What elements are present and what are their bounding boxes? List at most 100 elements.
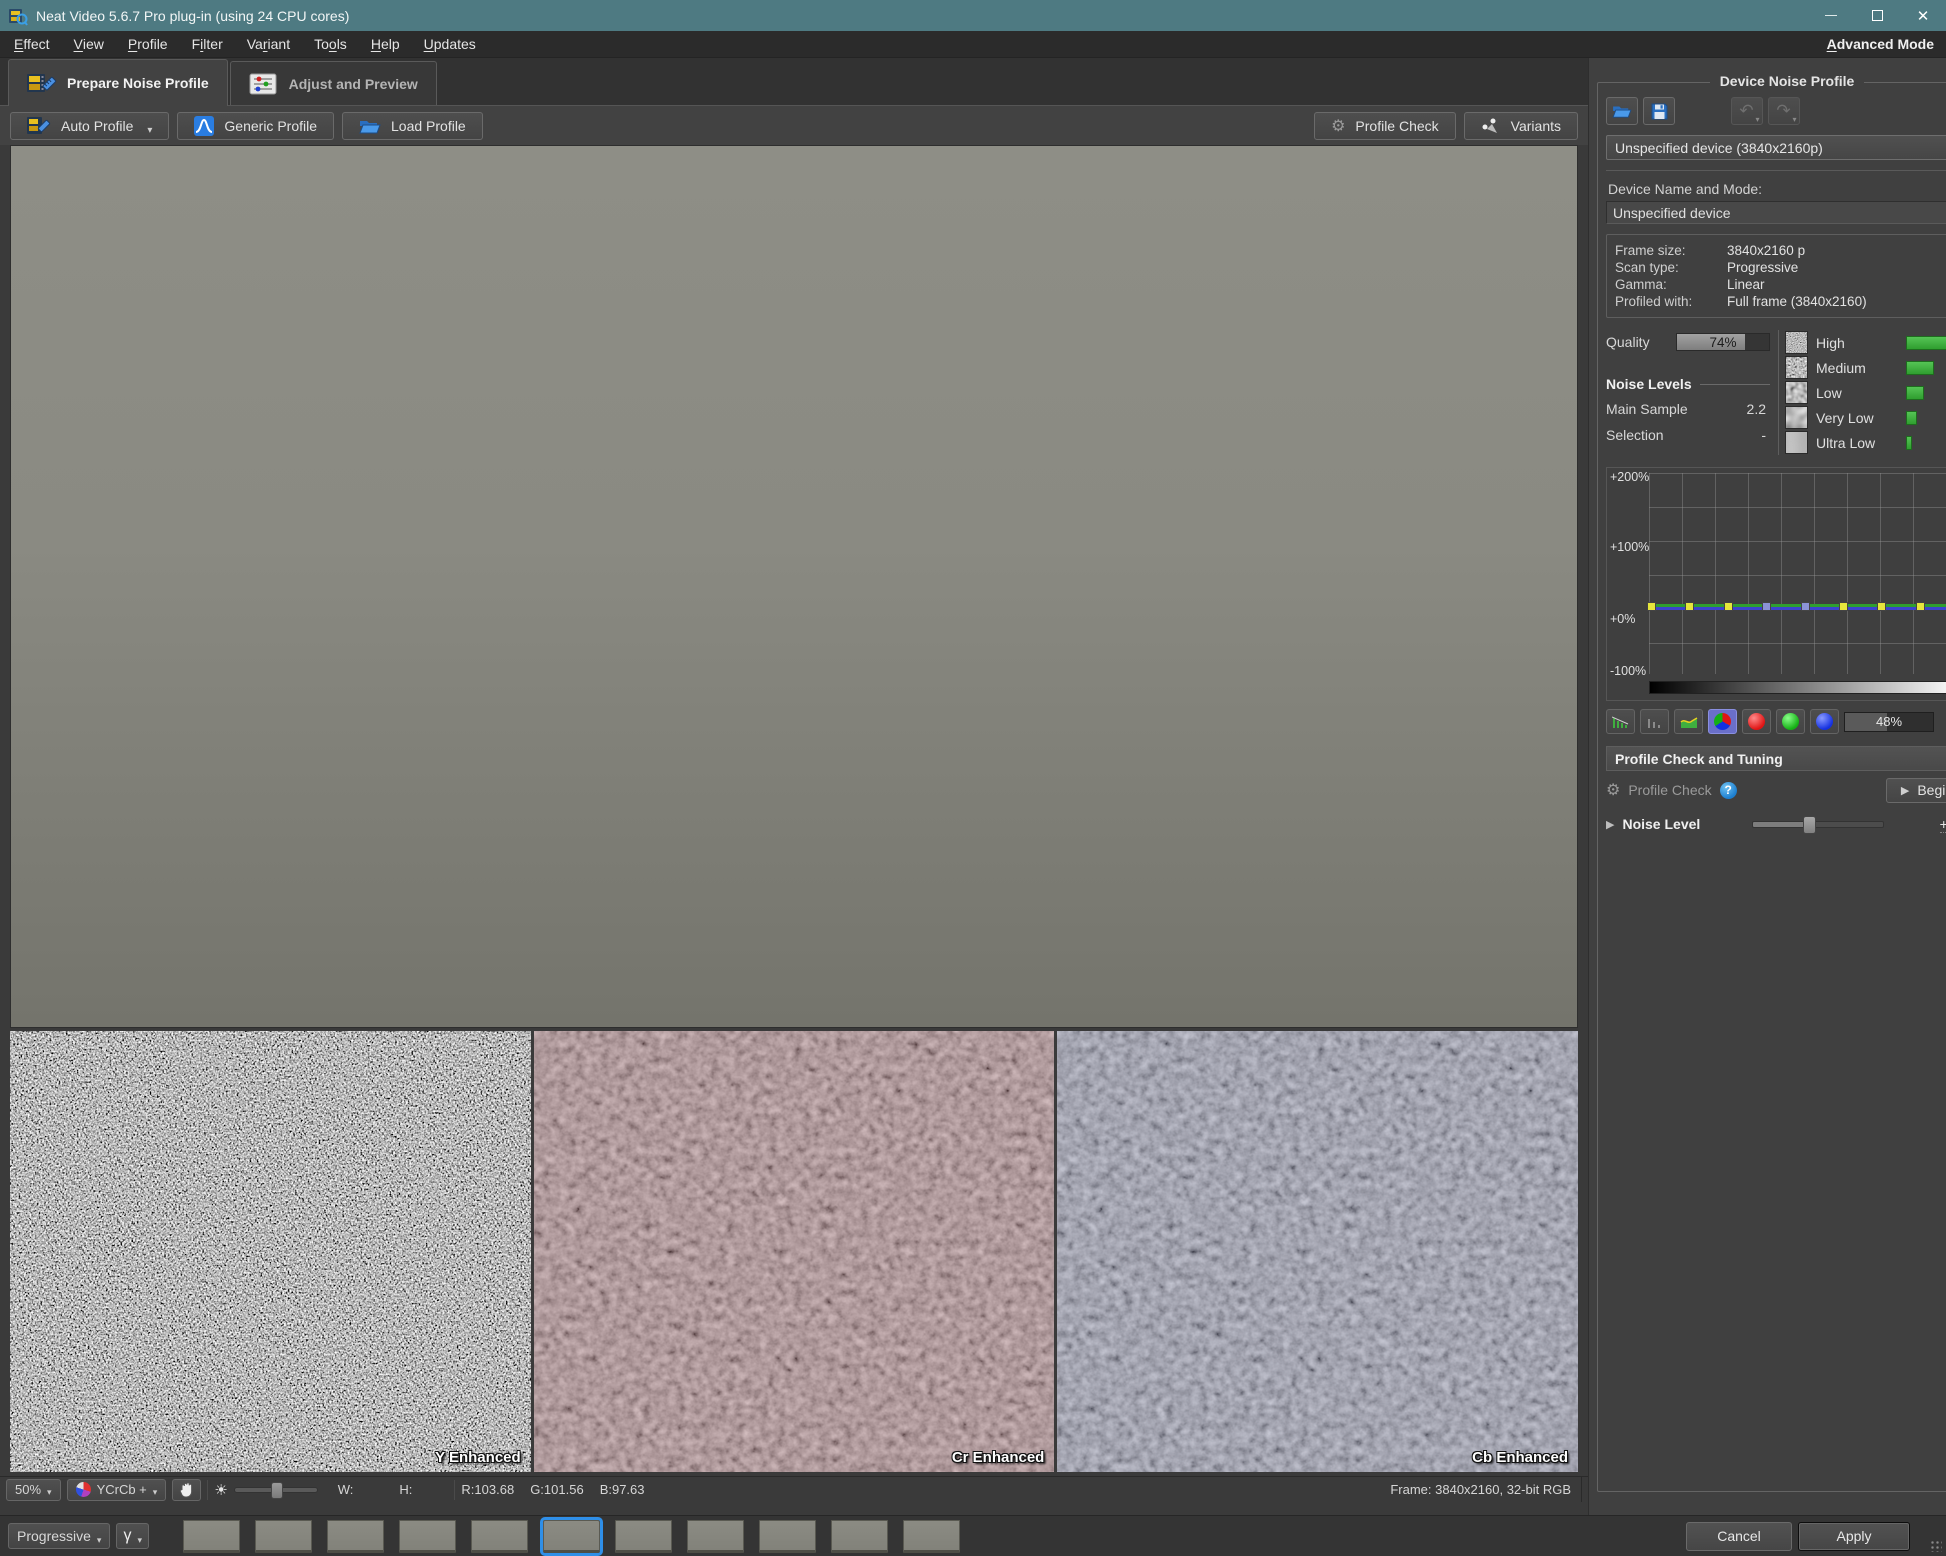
blue-channel-button[interactable] — [1810, 709, 1839, 734]
auto-profile-label: Auto Profile — [61, 118, 133, 134]
noise-level-slider[interactable] — [1752, 821, 1884, 828]
menu-view[interactable]: View — [62, 31, 116, 58]
channel-y-preview[interactable]: Y Enhanced — [10, 1031, 531, 1472]
profile-check-button[interactable]: ⚙ Profile Check — [1314, 112, 1456, 140]
bar-chart-button[interactable] — [1606, 709, 1635, 734]
save-profile-button[interactable] — [1643, 97, 1675, 125]
channel-cb-label: Cb Enhanced — [1472, 1449, 1568, 1466]
green-channel-button[interactable] — [1776, 709, 1805, 734]
begin-button[interactable]: ▶ Begin — [1886, 778, 1946, 803]
close-button[interactable]: ✕ — [1900, 0, 1946, 31]
frame-thumbnail-1[interactable] — [183, 1520, 240, 1553]
freq-high-bar — [1906, 336, 1946, 350]
open-folder-icon — [359, 117, 381, 135]
frame-thumbnail-9[interactable] — [759, 1520, 816, 1553]
green-circle-icon — [1782, 713, 1799, 730]
floppy-disk-icon — [1651, 103, 1668, 120]
frame-thumbnail-11[interactable] — [903, 1520, 960, 1553]
menu-tools[interactable]: Tools — [302, 31, 359, 58]
expander-triangle-icon[interactable]: ▶ — [1606, 818, 1614, 831]
graph-marker[interactable] — [1762, 602, 1771, 611]
frame-thumbnail-2[interactable] — [255, 1520, 312, 1553]
bottom-bar: Progressive ▾ γ ▾ Cancel Apply — [0, 1515, 1946, 1556]
frame-size-value: 3840x2160 p — [1727, 243, 1805, 258]
device-profile-select[interactable]: Unspecified device (3840x2160p) ▼ — [1606, 135, 1946, 160]
tab-prepare-label: Prepare Noise Profile — [67, 75, 209, 91]
rgb-channels-button[interactable] — [1708, 709, 1737, 734]
menu-updates[interactable]: Updates — [412, 31, 488, 58]
panel-title: Device Noise Profile — [1710, 73, 1865, 89]
area-chart-icon — [1680, 714, 1698, 730]
channel-mode-value: YCrCb + — [97, 1482, 147, 1497]
frame-thumbnail-8[interactable] — [687, 1520, 744, 1553]
tab-strip: Prepare Noise Profile Adjust and Preview — [0, 58, 1588, 106]
main-sample-value: 2.2 — [1747, 401, 1770, 417]
y-tick-neg100: -100% — [1610, 664, 1646, 678]
profile-check-row: ⚙ Profile Check ? ▶ Begin — [1606, 771, 1946, 809]
tab-prepare-noise-profile[interactable]: Prepare Noise Profile — [8, 59, 228, 106]
frame-thumbnail-6-selected[interactable] — [543, 1520, 600, 1553]
red-channel-button[interactable] — [1742, 709, 1771, 734]
frame-thumbnail-4[interactable] — [399, 1520, 456, 1553]
open-profile-button[interactable] — [1606, 97, 1638, 125]
profile-info-box: Frame size:3840x2160 p Scan type:Progres… — [1606, 234, 1946, 318]
frame-thumbnail-3[interactable] — [327, 1520, 384, 1553]
zoom-select[interactable]: 50% ▾ — [6, 1479, 61, 1501]
channel-cb-preview[interactable]: Cb Enhanced — [1057, 1031, 1578, 1472]
redo-button[interactable]: ↷▾ — [1768, 97, 1800, 125]
auto-profile-button[interactable]: Auto Profile ▾ — [10, 112, 169, 140]
gamma-button[interactable]: γ ▾ — [116, 1523, 149, 1549]
pixel-g-value: G:101.56 — [530, 1482, 584, 1497]
main-preview-frame[interactable] — [10, 145, 1578, 1028]
bar-chart-icon — [1612, 714, 1630, 730]
graph-marker[interactable] — [1839, 602, 1848, 611]
cancel-button[interactable]: Cancel — [1686, 1522, 1792, 1551]
graph-marker[interactable] — [1685, 602, 1694, 611]
freq-ultralow-label: Ultra Low — [1816, 435, 1898, 451]
menu-help[interactable]: Help — [359, 31, 412, 58]
maximize-button[interactable] — [1854, 0, 1900, 31]
minimize-button[interactable] — [1808, 0, 1854, 31]
pan-tool-button[interactable] — [172, 1479, 201, 1501]
noise-profile-graph[interactable]: +200% +100% +0% -100% — [1606, 467, 1946, 701]
graph-marker[interactable] — [1724, 602, 1733, 611]
noise-level-label: Noise Level — [1622, 816, 1700, 832]
delete-button[interactable] — [1939, 709, 1946, 734]
device-name-field[interactable]: Unspecified device — [1606, 201, 1946, 224]
advanced-mode-label[interactable]: Advanced Mode — [1827, 36, 1934, 52]
chevron-down-icon[interactable]: ▾ — [147, 125, 152, 139]
brightness-slider[interactable] — [234, 1487, 318, 1493]
area-chart-button[interactable] — [1674, 709, 1703, 734]
apply-label: Apply — [1836, 1528, 1871, 1544]
menu-effect[interactable]: Effect — [12, 31, 62, 58]
frame-thumbnail-7[interactable] — [615, 1520, 672, 1553]
chevron-down-icon: ▾ — [137, 1535, 142, 1548]
brightness-icon: ☀ — [214, 1481, 227, 1499]
graph-marker[interactable] — [1877, 602, 1886, 611]
variants-button[interactable]: Variants — [1464, 112, 1578, 140]
graph-marker[interactable] — [1801, 602, 1810, 611]
frame-thumbnail-5[interactable] — [471, 1520, 528, 1553]
load-profile-button[interactable]: Load Profile — [342, 112, 483, 140]
auto-profile-icon — [27, 116, 51, 136]
color-wheel-icon — [76, 1482, 91, 1497]
frame-thumbnail-10[interactable] — [831, 1520, 888, 1553]
selection-value: - — [1761, 427, 1770, 443]
channel-mode-select[interactable]: YCrCb + ▾ — [67, 1479, 167, 1501]
apply-button[interactable]: Apply — [1798, 1522, 1910, 1551]
graph-marker[interactable] — [1647, 602, 1656, 611]
resize-grip[interactable] — [1930, 1540, 1942, 1552]
bar-chart-disabled-button[interactable] — [1640, 709, 1669, 734]
menu-profile[interactable]: Profile — [116, 31, 180, 58]
channel-cr-preview[interactable]: Cr Enhanced — [534, 1031, 1055, 1472]
menu-filter[interactable]: Filter — [180, 31, 235, 58]
graph-marker[interactable] — [1916, 602, 1925, 611]
toolbar: Auto Profile ▾ Generic Profile Load Prof… — [0, 106, 1588, 145]
scan-type-select[interactable]: Progressive ▾ — [8, 1523, 110, 1549]
generic-profile-button[interactable]: Generic Profile — [177, 112, 334, 140]
frame-info: Frame: 3840x2160, 32-bit RGB — [1390, 1477, 1582, 1502]
menu-variant[interactable]: Variant — [235, 31, 302, 58]
undo-button[interactable]: ↶▾ — [1731, 97, 1763, 125]
tab-adjust-and-preview[interactable]: Adjust and Preview — [230, 61, 437, 105]
help-icon[interactable]: ? — [1720, 782, 1737, 799]
